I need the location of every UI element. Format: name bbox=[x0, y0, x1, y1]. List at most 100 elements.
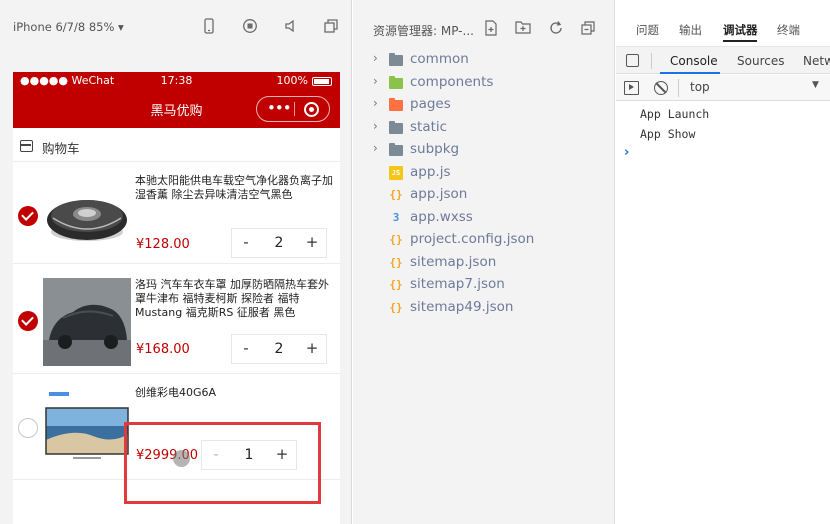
shop-icon bbox=[20, 140, 33, 152]
item-price: ¥168.00 bbox=[136, 342, 190, 357]
phone-icon[interactable] bbox=[200, 18, 218, 36]
close-mini-program-icon[interactable] bbox=[304, 102, 319, 117]
tree-item-pages[interactable]: › pages bbox=[353, 94, 615, 116]
quantity-value[interactable]: 2 bbox=[260, 335, 298, 363]
console-toolbar: top ▼ bbox=[616, 75, 830, 101]
chevron-right-icon[interactable]: › bbox=[373, 96, 378, 110]
product-image-car-cover[interactable] bbox=[43, 278, 131, 366]
tree-item-components[interactable]: › components bbox=[353, 72, 615, 94]
quantity-value[interactable]: 2 bbox=[260, 229, 298, 257]
tree-item-app-wxss[interactable]: 3 app.wxss bbox=[353, 207, 615, 229]
device-select[interactable]: iPhone 6/7/8 85% ▾ bbox=[13, 20, 124, 34]
tab-sources[interactable]: Sources bbox=[737, 54, 784, 68]
quantity-stepper: - 2 + bbox=[231, 334, 327, 364]
tree-item-project-config-json[interactable]: {} project.config.json bbox=[353, 229, 615, 251]
product-image-tv[interactable] bbox=[43, 384, 131, 472]
tree-item-label: app.wxss bbox=[410, 208, 473, 225]
tree-item-label: sitemap.json bbox=[410, 253, 497, 270]
tree-item-sitemap7-json[interactable]: {} sitemap7.json bbox=[353, 274, 615, 296]
json-file-icon: {} bbox=[389, 188, 403, 201]
caret-down-icon[interactable]: ▼ bbox=[812, 80, 819, 90]
mouse-cursor bbox=[173, 450, 190, 467]
folder-icon bbox=[389, 98, 403, 111]
tree-item-app-json[interactable]: {} app.json bbox=[353, 184, 615, 206]
collapse-all-icon[interactable] bbox=[580, 20, 596, 36]
decrease-button[interactable]: - bbox=[232, 335, 260, 363]
tree-item-label: app.js bbox=[410, 163, 451, 180]
tab-console[interactable]: Console bbox=[670, 54, 718, 68]
explorer-title: 资源管理器: MP-... bbox=[373, 24, 474, 38]
decrease-button[interactable]: - bbox=[232, 229, 260, 257]
item-checkbox[interactable] bbox=[18, 206, 38, 226]
battery-percent: 100% bbox=[276, 74, 308, 87]
volume-icon[interactable] bbox=[282, 18, 300, 36]
tree-item-label: sitemap7.json bbox=[410, 276, 505, 292]
tree-item-label: app.json bbox=[410, 186, 468, 202]
tree-item-label: common bbox=[410, 51, 469, 67]
divider bbox=[678, 79, 679, 97]
tree-item-label: components bbox=[410, 73, 494, 90]
item-checkbox[interactable] bbox=[18, 418, 38, 438]
console-tabbar: Console Sources Netw bbox=[616, 46, 830, 74]
product-image-air-purifier[interactable] bbox=[43, 170, 131, 258]
tree-item-label: static bbox=[410, 118, 448, 135]
item-title: 创维彩电40G6A bbox=[135, 386, 217, 399]
tree-item-sitemap-json[interactable]: {} sitemap.json bbox=[353, 252, 615, 274]
tab-output[interactable]: 输出 bbox=[679, 22, 702, 38]
tree-item-static[interactable]: › static bbox=[353, 117, 615, 139]
tree-item-sitemap49-json[interactable]: {} sitemap49.json bbox=[353, 297, 615, 319]
tree-item-app-js[interactable]: JS app.js bbox=[353, 162, 615, 184]
chevron-right-icon[interactable]: › bbox=[373, 141, 378, 155]
clear-console-icon[interactable] bbox=[654, 81, 668, 95]
active-tab-indicator bbox=[723, 40, 757, 42]
increase-button[interactable]: + bbox=[298, 229, 326, 257]
refresh-icon[interactable] bbox=[548, 20, 564, 36]
cart-item: 洛玛 汽车车衣车罩 加厚防晒隔热车套外罩牛津布 福特麦柯斯 探险者 福特Must… bbox=[13, 268, 340, 374]
multi-window-icon[interactable] bbox=[322, 18, 340, 36]
json-file-icon: {} bbox=[389, 233, 403, 246]
new-file-icon[interactable] bbox=[483, 20, 499, 36]
chevron-right-icon[interactable]: › bbox=[373, 74, 378, 88]
chevron-right-icon[interactable]: › bbox=[373, 119, 378, 133]
more-icon[interactable]: ••• bbox=[267, 99, 292, 119]
inspect-icon[interactable] bbox=[626, 54, 639, 67]
nav-bar: 黑马优购 ••• bbox=[13, 90, 340, 128]
tab-terminal[interactable]: 终端 bbox=[777, 22, 800, 38]
json-file-icon: {} bbox=[389, 255, 403, 269]
item-title: 本驰太阳能供电车载空气净化器负离子加湿香薰 除尘去异味清洁空气黑色 bbox=[135, 174, 333, 201]
chevron-right-icon[interactable]: › bbox=[373, 51, 378, 65]
cart-title: 购物车 bbox=[42, 141, 80, 156]
divider bbox=[651, 53, 652, 69]
tree-item-common[interactable]: › common bbox=[353, 49, 615, 71]
tree-item-subpkg[interactable]: › subpkg bbox=[353, 139, 615, 161]
folder-icon bbox=[389, 143, 403, 156]
simulator-panel: iPhone 6/7/8 85% ▾ ●●●●● WeChat 17:38 10… bbox=[0, 0, 352, 524]
capsule-divider bbox=[294, 102, 295, 116]
js-file-icon: JS bbox=[389, 165, 403, 180]
explorer-panel: 资源管理器: MP-... › common › components › pages › s… bbox=[353, 0, 615, 524]
tab-problems[interactable]: 问题 bbox=[636, 22, 659, 38]
tree-item-label: pages bbox=[410, 96, 451, 112]
status-bar: ●●●●● WeChat 17:38 100% bbox=[13, 72, 340, 90]
tab-network[interactable]: Netw bbox=[803, 54, 830, 68]
sidebar-toggle-icon[interactable] bbox=[624, 81, 639, 95]
highlight-box bbox=[124, 422, 321, 504]
folder-icon bbox=[389, 53, 403, 66]
quantity-stepper: - 2 + bbox=[231, 228, 327, 258]
tab-debugger[interactable]: 调试器 bbox=[723, 22, 758, 38]
cart-header: 购物车 bbox=[13, 132, 340, 162]
console-log-line: App Launch bbox=[640, 107, 710, 121]
tree-item-label: sitemap49.json bbox=[410, 298, 514, 315]
record-icon[interactable] bbox=[241, 18, 259, 36]
new-folder-icon[interactable] bbox=[515, 20, 531, 36]
console-prompt[interactable]: › bbox=[624, 145, 629, 160]
console-tab-indicator bbox=[660, 72, 720, 74]
context-select[interactable]: top bbox=[690, 80, 710, 94]
battery-icon bbox=[312, 77, 332, 86]
json-file-icon: {} bbox=[389, 278, 403, 291]
increase-button[interactable]: + bbox=[298, 335, 326, 363]
devtools-panel: 问题 输出 调试器 终端 Console Sources Netw top ▼ … bbox=[616, 0, 830, 524]
folder-icon bbox=[389, 120, 403, 134]
cart-item: 本驰太阳能供电车载空气净化器负离子加湿香薰 除尘去异味清洁空气黑色 ¥128.0… bbox=[13, 164, 340, 264]
item-checkbox[interactable] bbox=[18, 311, 38, 331]
